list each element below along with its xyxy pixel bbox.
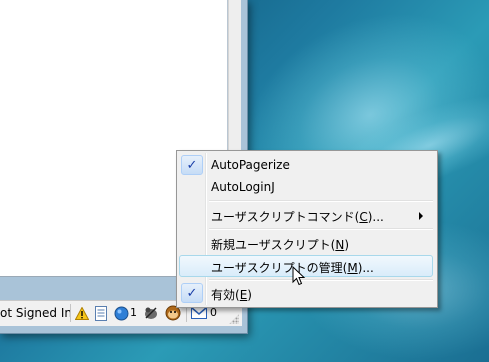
resize-grip[interactable]	[229, 314, 239, 324]
menu-item-userscript-commands[interactable]: ユーザスクリプトコマンド(C)...	[179, 204, 433, 226]
greasemonkey-context-menu: ✓ AutoPagerize AutoLoginJ ユーザスクリプトコマンド(C…	[176, 150, 438, 308]
menu-item-new-userscript[interactable]: 新規ユーザスクリプト(N)	[179, 232, 433, 254]
menu-item-label: ユーザスクリプトコマンド(C)...	[211, 210, 384, 224]
chat-icon[interactable]	[113, 305, 129, 321]
menu-separator	[209, 228, 433, 230]
document-icon[interactable]	[93, 305, 109, 321]
warning-icon[interactable]	[74, 305, 90, 321]
menu-separator	[209, 279, 433, 281]
menu-item-enabled[interactable]: ✓ 有効(E)	[179, 282, 433, 304]
mouse-cursor-icon	[292, 266, 306, 286]
menu-item-autologinj[interactable]: AutoLoginJ	[179, 176, 433, 198]
status-separator	[70, 304, 71, 322]
menu-separator	[209, 200, 433, 202]
menu-item-label: AutoPagerize	[211, 158, 290, 172]
checkmark-icon: ✓	[181, 155, 203, 175]
greasemonkey-icon[interactable]	[143, 305, 159, 321]
menu-item-label: 新規ユーザスクリプト(N)	[211, 238, 349, 252]
status-text: ot Signed In	[0, 306, 72, 320]
menu-item-label: AutoLoginJ	[211, 180, 275, 194]
menu-item-autopagerize[interactable]: ✓ AutoPagerize	[179, 154, 433, 176]
submenu-arrow-icon	[419, 212, 423, 220]
menu-item-label: 有効(E)	[211, 288, 252, 302]
checkmark-icon: ✓	[181, 283, 203, 303]
chat-count: 1	[130, 306, 137, 319]
menu-item-manage-userscripts[interactable]: ユーザスクリプトの管理(M)...	[179, 255, 433, 277]
